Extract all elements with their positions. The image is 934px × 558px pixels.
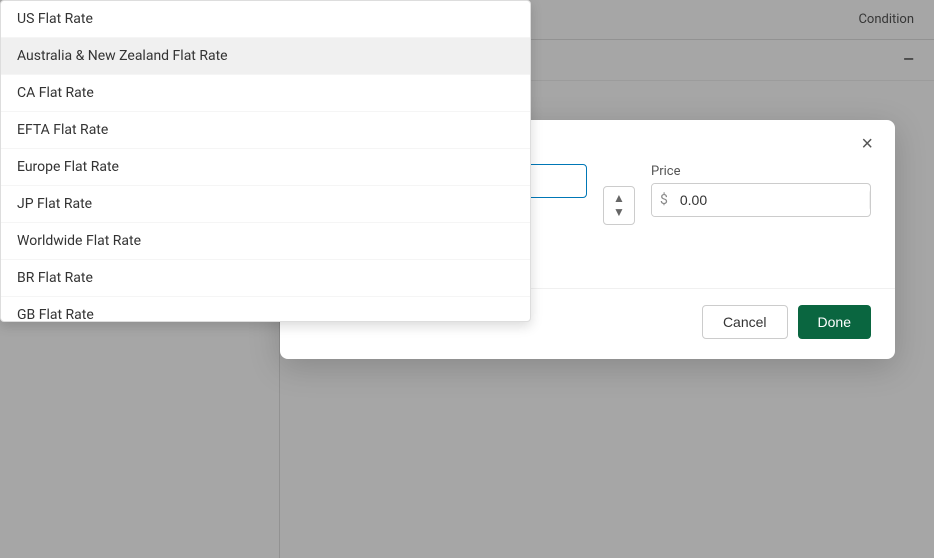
- price-input[interactable]: [676, 184, 865, 216]
- dropdown-list: US Flat Rate Australia & New Zealand Fla…: [0, 0, 531, 322]
- dropdown-item-0[interactable]: US Flat Rate: [1, 1, 530, 38]
- dropdown-item-7[interactable]: BR Flat Rate: [1, 260, 530, 297]
- dropdown-item-5[interactable]: JP Flat Rate: [1, 186, 530, 223]
- dropdown-item-3[interactable]: EFTA Flat Rate: [1, 112, 530, 149]
- dropdown-item-8[interactable]: GB Flat Rate: [1, 297, 530, 321]
- dropdown-item-2[interactable]: CA Flat Rate: [1, 75, 530, 112]
- arrows-button[interactable]: ▲ ▼: [603, 186, 635, 225]
- price-input-wrap: $ Free: [651, 183, 871, 217]
- dropdown-item-4[interactable]: Europe Flat Rate: [1, 149, 530, 186]
- done-button[interactable]: Done: [798, 305, 871, 339]
- dropdown-item-6[interactable]: Worldwide Flat Rate: [1, 223, 530, 260]
- cancel-button[interactable]: Cancel: [702, 305, 788, 339]
- up-arrow-icon: ▲: [613, 191, 625, 205]
- price-currency: $: [652, 184, 676, 216]
- free-badge: Free: [869, 189, 871, 211]
- price-label: Price: [651, 164, 871, 179]
- modal-close-button[interactable]: ×: [855, 132, 879, 156]
- down-arrow-icon: ▼: [613, 205, 625, 219]
- price-field: Price $ Free: [651, 164, 871, 217]
- dropdown-scroll[interactable]: US Flat Rate Australia & New Zealand Fla…: [1, 1, 530, 321]
- dropdown-item-1[interactable]: Australia & New Zealand Flat Rate: [1, 38, 530, 75]
